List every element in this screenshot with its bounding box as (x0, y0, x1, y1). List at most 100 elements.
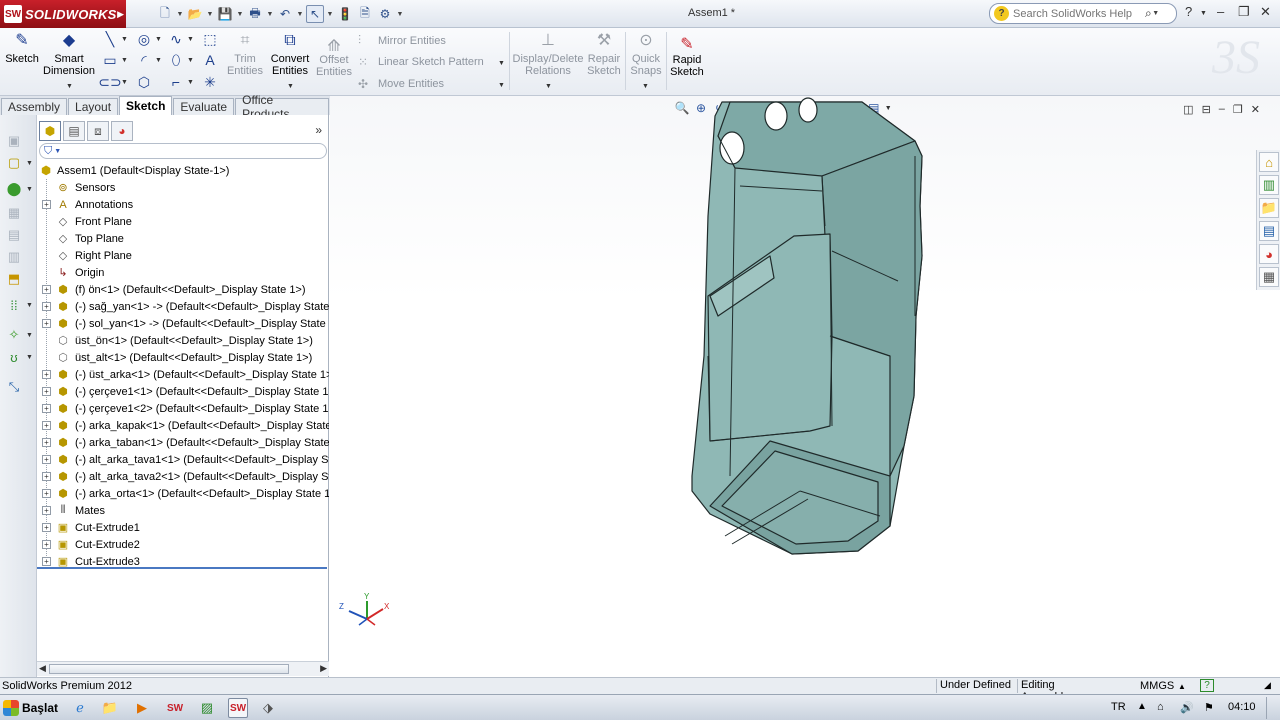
restore-window-icon[interactable]: ❐ (1238, 4, 1250, 20)
start-button[interactable]: Başlat (0, 697, 58, 719)
feature-manager-tab-icon[interactable]: ⬢ (39, 121, 61, 141)
display-delete-relations-button[interactable]: ⊥ Display/Delete Relations (513, 31, 584, 78)
tree-root-assembly[interactable]: ⬢ Assem1 (Default<Display State-1>) (37, 162, 329, 179)
expand-node-icon[interactable]: + (42, 557, 51, 566)
tree-item[interactable]: ⬡ üst_ön<1> (Default<<Default>_Display St… (37, 332, 329, 349)
rapid-sketch-button[interactable]: ✎ Rapid Sketch (670, 37, 704, 79)
repair-sketch-button[interactable]: ⚒ Repair Sketch (586, 31, 622, 78)
units-arrow-icon[interactable]: ▲ (1178, 682, 1186, 691)
arc-icon[interactable]: ◜ (136, 52, 152, 68)
tree-item[interactable]: + ⬢ (-) arka_orta<1> (Default<<Default>_Di… (37, 485, 329, 502)
reference-dropdown-icon[interactable]: ▼ (26, 332, 33, 339)
mate-dropdown-icon[interactable]: ▼ (26, 186, 33, 193)
tab-assembly[interactable]: Assembly (1, 98, 68, 115)
tree-item[interactable]: ⬡ üst_alt<1> (Default<<Default>_Display S… (37, 349, 329, 366)
action-center-icon[interactable]: ⚑ (1204, 701, 1214, 714)
pattern-dropdown-icon[interactable]: ▼ (26, 302, 33, 309)
undo-icon[interactable]: ↶ (276, 5, 294, 23)
slot-icon[interactable]: ⊂⊃ (98, 74, 121, 90)
tab-layout[interactable]: Layout (68, 98, 119, 115)
property-manager-tab-icon[interactable]: ▤ (63, 121, 85, 141)
mate-icon[interactable]: ⬤ (6, 181, 22, 197)
quick-snaps-button[interactable]: ⊙ Quick Snaps (629, 31, 663, 78)
expand-node-icon[interactable]: + (42, 438, 51, 447)
tree-item[interactable]: ◇ Right Plane (37, 247, 329, 264)
open-dropdown-icon[interactable]: ▼ (206, 11, 214, 18)
print-dropdown-icon[interactable]: ▼ (266, 11, 274, 18)
tree-item[interactable]: + ▣ Cut-Extrude2 (37, 536, 329, 553)
circle-dropdown-icon[interactable]: ▼ (155, 36, 162, 43)
rectangle-icon[interactable]: ▭ (102, 52, 118, 68)
scroll-right-icon[interactable]: ▶ (320, 663, 327, 674)
configuration-manager-tab-icon[interactable]: ⧈ (87, 121, 109, 141)
move-dropdown-icon[interactable]: ▼ (498, 82, 505, 89)
quick-snaps-dropdown-icon[interactable]: ▼ (642, 83, 649, 90)
tree-item[interactable]: + ⬢ (f) ön<1> (Default<<Default>_Display S… (37, 281, 329, 298)
rebuild-traffic-light-icon[interactable]: 🚦 (336, 5, 354, 23)
save-dropdown-icon[interactable]: ▼ (236, 11, 244, 18)
network-icon[interactable]: ⌂ (1157, 701, 1164, 713)
text-icon[interactable]: A (202, 52, 218, 68)
rectangle-dropdown-icon[interactable]: ▼ (121, 57, 128, 64)
expand-node-icon[interactable]: + (42, 319, 51, 328)
save-icon[interactable]: 💾 (216, 5, 234, 23)
tree-item[interactable]: + A Annotations (37, 196, 329, 213)
app-launcher-icon[interactable]: ▨ (197, 698, 217, 718)
expand-node-icon[interactable]: + (42, 455, 51, 464)
options-icon[interactable]: ⚙ (376, 5, 394, 23)
show-hidden-icons-icon[interactable]: ▲ (1137, 701, 1147, 712)
tree-item[interactable]: + ⬢ (-) alt_arka_tava1<1> (Default<<Defaul… (37, 451, 329, 468)
tree-item[interactable]: + ⬢ (-) alt_arka_tava2<1> (Default<<Defaul… (37, 468, 329, 485)
tree-item[interactable]: + ⬢ (-) arka_taban<1> (Default<<Default>_D… (37, 434, 329, 451)
smart-dimension-dropdown-icon[interactable]: ▼ (66, 83, 73, 90)
tree-item[interactable]: ⊚ Sensors (37, 179, 329, 196)
home-icon[interactable]: ⌂ (1259, 152, 1279, 172)
trim-entities-button[interactable]: ⌗ Trim Entities (226, 31, 264, 78)
clock[interactable]: 04:10 (1228, 701, 1256, 713)
curves-icon[interactable]: ʊ (6, 349, 22, 365)
expand-node-icon[interactable]: + (42, 370, 51, 379)
tree-item[interactable]: + ⬢ (-) arka_kapak<1> (Default<<Default>_D… (37, 417, 329, 434)
linear-sketch-pattern-button[interactable]: ⁙ Linear Sketch Pattern (358, 55, 484, 69)
explode-view-icon[interactable]: ⤡ (6, 379, 22, 395)
arc-dropdown-icon[interactable]: ▼ (155, 57, 162, 64)
ellipse-icon[interactable]: ⬯ (168, 52, 184, 68)
close-window-icon[interactable]: ✕ (1260, 4, 1271, 20)
slot-dropdown-icon[interactable]: ▼ (121, 79, 128, 86)
horizontal-scrollbar[interactable]: ◀ ▶ (37, 661, 329, 676)
new-dropdown-icon[interactable]: ▼ (176, 11, 184, 18)
design-library-icon[interactable]: ▥ (1259, 175, 1279, 195)
smart-dimension-button[interactable]: ◆ Smart Dimension (43, 31, 95, 78)
tree-item[interactable]: + ▣ Cut-Extrude1 (37, 519, 329, 536)
file-explorer-taskbar-icon[interactable]: 📁 (100, 698, 120, 718)
display-manager-tab-icon[interactable]: ◕ (111, 121, 133, 141)
open-folder-icon[interactable]: 📂 (186, 5, 204, 23)
new-document-icon[interactable]: 🗋 (156, 5, 174, 23)
custom-properties-icon[interactable]: ▦ (1259, 267, 1279, 287)
resize-grip-icon[interactable]: ◢ (1264, 680, 1271, 691)
quick-tips-icon[interactable]: ? (1200, 679, 1214, 692)
tree-item[interactable]: ◇ Top Plane (37, 230, 329, 247)
linear-pattern-dropdown-icon[interactable]: ▼ (498, 60, 505, 67)
appearances-icon[interactable]: ◕ (1259, 244, 1279, 264)
help-dropdown-icon[interactable]: ▼ (1200, 10, 1207, 17)
tree-item[interactable]: + ⬢ (-) sağ_yan<1> -> (Default<<Default>_D… (37, 298, 329, 315)
expand-node-icon[interactable]: + (42, 200, 51, 209)
tree-item[interactable]: + ⬢ (-) çerçeve1<2> (Default<<Default>_Dis… (37, 400, 329, 417)
tab-evaluate[interactable]: Evaluate (173, 98, 235, 115)
tree-item[interactable]: + ⬢ (-) üst_arka<1> (Default<<Default>_Dis… (37, 366, 329, 383)
help-search-box[interactable]: ? ⌕ ▼ (989, 3, 1177, 24)
graphics-area[interactable]: 🔍 ⊕ ↺ ◧ ⬚▼ ▣▼ ◉▼ ◕▼ ▤▼ ◫ ⊟ – ❐ ✕ (330, 96, 1280, 677)
search-dropdown-icon[interactable]: ▼ (1152, 10, 1160, 17)
expand-node-icon[interactable]: + (42, 523, 51, 532)
file-properties-icon[interactable]: 🗎 (356, 5, 374, 23)
view-palette-icon[interactable]: ▤ (1259, 221, 1279, 241)
point-icon[interactable]: ✳ (202, 74, 218, 90)
convert-dropdown-icon[interactable]: ▼ (287, 83, 294, 90)
model-view-svg[interactable] (330, 96, 1280, 677)
linear-component-pattern-icon[interactable]: ⁞⁞ (6, 297, 22, 313)
component-pattern-icon[interactable]: ▦ (6, 205, 22, 221)
expand-node-icon[interactable]: + (42, 506, 51, 515)
unit-system[interactable]: MMGS (1140, 680, 1174, 692)
insert-components-icon[interactable]: ▣ (6, 133, 22, 149)
